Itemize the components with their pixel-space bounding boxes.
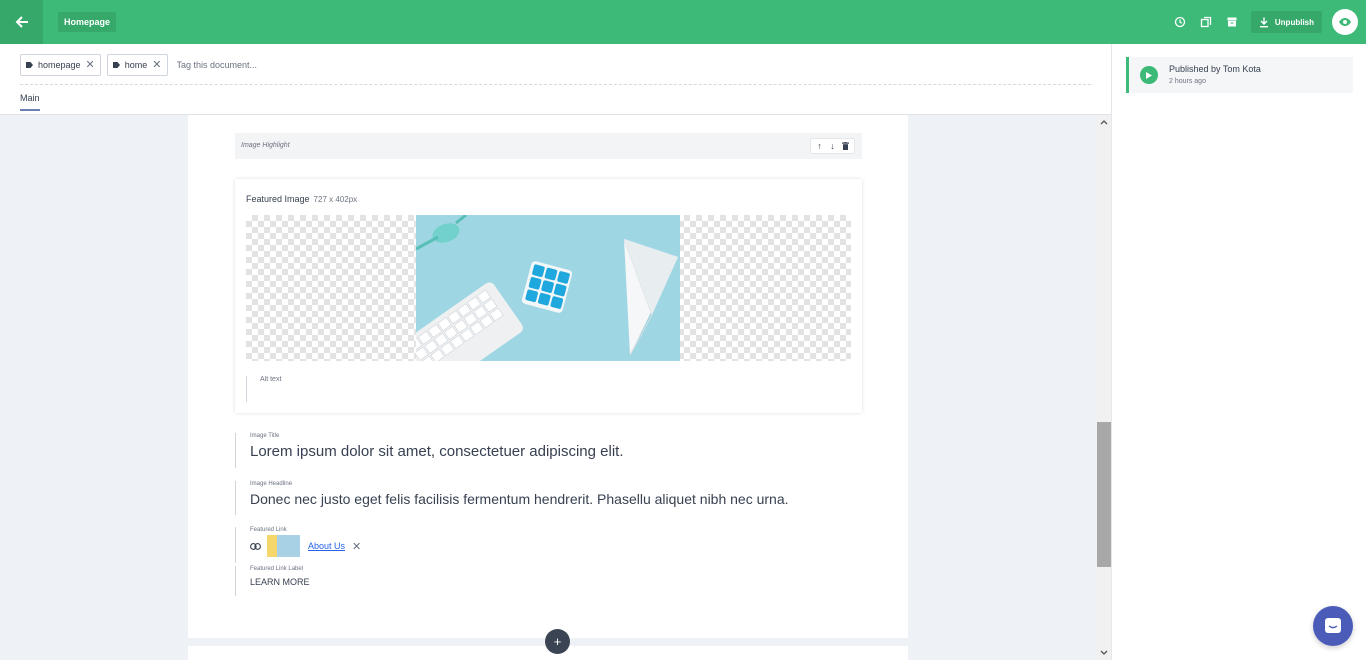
page-title: Homepage bbox=[58, 12, 117, 32]
featured-photo bbox=[416, 215, 680, 361]
featured-image[interactable] bbox=[246, 215, 851, 361]
published-time: 2 hours ago bbox=[1169, 78, 1206, 85]
right-panel: Published by Tom Kota 2 hours ago bbox=[1111, 44, 1366, 660]
image-title-label: Image Title bbox=[250, 433, 280, 439]
scroll-up-icon[interactable] bbox=[1097, 115, 1111, 129]
tag-input[interactable] bbox=[176, 60, 377, 70]
document-canvas: Image Highlight ↑ ↓ Featured Image 727 x … bbox=[188, 115, 908, 638]
link-icon bbox=[250, 542, 261, 550]
move-down-icon[interactable]: ↓ bbox=[827, 140, 838, 152]
publish-status-card: Published by Tom Kota 2 hours ago bbox=[1126, 57, 1353, 93]
preview-button[interactable] bbox=[1332, 9, 1358, 35]
remove-tag-icon[interactable]: ✕ bbox=[152, 59, 161, 71]
featured-image-card: Featured Image 727 x 402px bbox=[235, 179, 862, 413]
plus-icon: + bbox=[553, 634, 562, 649]
editor-scrollbar[interactable] bbox=[1097, 115, 1111, 660]
featured-link-label-label: Featured Link Label bbox=[250, 566, 304, 572]
archive-icon bbox=[1227, 17, 1237, 27]
editor-area: Image Highlight ↑ ↓ Featured Image 727 x … bbox=[0, 115, 1097, 660]
block-header: Image Highlight ↑ ↓ bbox=[235, 133, 862, 159]
published-by: Published by Tom Kota bbox=[1169, 64, 1261, 74]
tab-main[interactable]: Main bbox=[20, 93, 40, 111]
remove-tag-icon[interactable]: ✕ bbox=[86, 59, 95, 71]
divider bbox=[20, 84, 1091, 85]
image-headline-field[interactable]: Image Headline Donec nec justo eget feli… bbox=[235, 481, 789, 515]
tag-bar: homepage ✕ home ✕ Main bbox=[0, 44, 1111, 115]
tag-home[interactable]: home ✕ bbox=[106, 54, 168, 76]
tag-label: homepage bbox=[38, 60, 81, 70]
chat-launcher-button[interactable] bbox=[1313, 606, 1353, 646]
tag-icon bbox=[26, 62, 33, 68]
top-bar: Homepage Unpublish bbox=[0, 0, 1366, 44]
scroll-down-icon[interactable] bbox=[1097, 646, 1111, 660]
featured-image-title: Featured Image bbox=[246, 194, 310, 204]
download-icon bbox=[1259, 17, 1268, 27]
duplicate-button[interactable] bbox=[1193, 9, 1219, 35]
history-button[interactable] bbox=[1167, 9, 1193, 35]
featured-image-label: Featured Image 727 x 402px bbox=[246, 194, 357, 204]
alt-text-input[interactable] bbox=[260, 376, 760, 383]
eye-icon bbox=[1339, 18, 1351, 26]
image-title-field[interactable]: Image Title Lorem ipsum dolor sit amet, … bbox=[235, 433, 624, 468]
image-headline-value[interactable]: Donec nec justo eget felis facilisis fer… bbox=[250, 491, 789, 507]
featured-link-field: Featured Link About Us ✕ bbox=[235, 527, 361, 563]
image-headline-label: Image Headline bbox=[250, 481, 293, 487]
arrow-left-icon bbox=[15, 16, 28, 28]
scrollbar-thumb[interactable] bbox=[1097, 422, 1111, 567]
alt-text-field bbox=[246, 376, 851, 402]
archive-button[interactable] bbox=[1219, 9, 1245, 35]
featured-link-label: Featured Link bbox=[250, 527, 287, 533]
featured-link-row: About Us ✕ bbox=[250, 535, 361, 557]
featured-link-label-value[interactable]: LEARN MORE bbox=[250, 577, 310, 587]
tags-row: homepage ✕ home ✕ bbox=[20, 54, 377, 76]
featured-link[interactable]: About Us bbox=[308, 541, 345, 551]
unpublish-button[interactable]: Unpublish bbox=[1250, 11, 1322, 33]
block-controls: ↑ ↓ bbox=[810, 138, 855, 154]
chat-icon bbox=[1325, 618, 1341, 633]
play-icon bbox=[1140, 66, 1158, 84]
block-label: Image Highlight bbox=[241, 142, 290, 149]
unpublish-label: Unpublish bbox=[1274, 17, 1314, 27]
featured-link-label-field[interactable]: Featured Link Label LEARN MORE bbox=[235, 566, 310, 596]
add-block-button[interactable]: + bbox=[545, 629, 570, 654]
delete-icon[interactable] bbox=[840, 140, 851, 152]
tag-homepage[interactable]: homepage ✕ bbox=[20, 54, 101, 76]
move-up-icon[interactable]: ↑ bbox=[814, 140, 825, 152]
history-icon bbox=[1174, 16, 1186, 28]
back-button[interactable] bbox=[0, 0, 43, 44]
top-actions: Unpublish bbox=[1167, 0, 1366, 44]
duplicate-icon bbox=[1200, 16, 1212, 28]
tag-label: home bbox=[124, 60, 148, 70]
remove-link-icon[interactable]: ✕ bbox=[352, 540, 361, 553]
tag-icon bbox=[112, 62, 120, 68]
image-title-value[interactable]: Lorem ipsum dolor sit amet, consectetuer… bbox=[250, 443, 624, 460]
link-thumbnail bbox=[267, 535, 300, 557]
image-dimensions: 727 x 402px bbox=[313, 195, 358, 204]
